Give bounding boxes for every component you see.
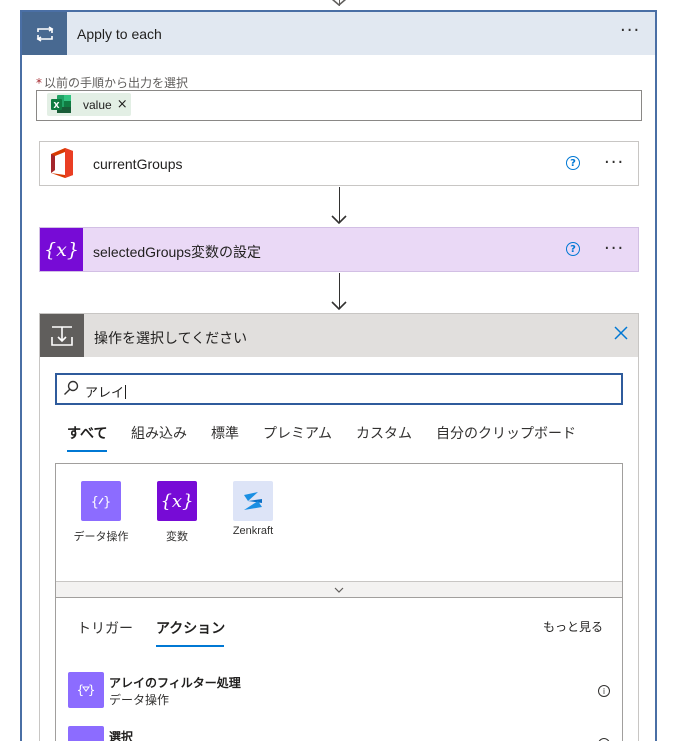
excel-icon: X — [51, 95, 71, 113]
search-input-value: アレイ — [85, 385, 127, 401]
connector-label-data-operation: データ操作 — [73, 530, 129, 543]
see-more-link[interactable]: もっと見る — [543, 618, 603, 635]
apply-to-each-title: Apply to each — [77, 26, 162, 42]
help-icon[interactable]: ? — [566, 156, 580, 170]
insert-step-icon — [51, 325, 73, 346]
close-icon[interactable] — [613, 325, 629, 341]
required-star: * — [36, 76, 42, 90]
connector-label-variable: 変数 — [166, 530, 188, 543]
svg-text:{ }: { } — [91, 495, 112, 510]
current-groups-title: currentGroups — [93, 156, 183, 172]
choose-action-title: 操作を選択してください — [94, 331, 248, 347]
loop-icon — [36, 25, 53, 42]
data-operation-icon[interactable]: { } — [81, 481, 121, 521]
arrowhead-icon — [331, 215, 347, 225]
required-field-text: 以前の手順から出力を選択 — [44, 76, 189, 90]
info-icon[interactable]: i — [598, 685, 610, 697]
office-icon — [51, 148, 73, 178]
loop-icon-box — [22, 12, 67, 55]
filter-array-action-title[interactable]: アレイのフィルター処理 — [109, 674, 241, 691]
svg-text:X: X — [53, 101, 60, 110]
svg-text:{ }: { } — [76, 683, 95, 697]
value-token-label: value — [83, 97, 112, 112]
help-icon[interactable]: ? — [566, 242, 580, 256]
search-input[interactable] — [55, 373, 623, 405]
tab-premium[interactable]: プレミアム — [263, 423, 332, 443]
loop-more-button[interactable]: ··· — [620, 22, 640, 40]
action-results-box — [55, 598, 623, 741]
arrowhead-icon — [331, 301, 347, 311]
chevron-down-icon — [334, 587, 344, 593]
variable-icon[interactable]: {x} — [157, 481, 197, 521]
current-groups-more-button[interactable]: ··· — [604, 154, 624, 172]
connector-label-zenkraft: Zenkraft — [232, 525, 274, 537]
active-tab-indicator — [67, 450, 107, 452]
set-variable-more-button[interactable]: ··· — [604, 240, 624, 258]
remove-token-button[interactable]: × — [117, 97, 128, 112]
insert-step-icon-box — [40, 314, 84, 357]
text-caret — [125, 385, 127, 399]
collapse-connectors-button[interactable] — [56, 581, 622, 597]
variable-icon: {x} — [40, 228, 83, 271]
zenkraft-glyph — [244, 492, 262, 510]
filter-array-glyph: { } — [76, 683, 95, 697]
tab-built-in[interactable]: 組み込み — [131, 423, 187, 443]
subtab-triggers[interactable]: トリガー — [77, 618, 133, 638]
data-operation-icon — [68, 726, 104, 741]
tab-standard[interactable]: 標準 — [211, 423, 239, 443]
data-operation-icon: { } — [68, 672, 104, 708]
tab-custom[interactable]: カスタム — [356, 423, 412, 443]
zenkraft-icon[interactable] — [233, 481, 273, 521]
set-variable-title: selectedGroups変数の設定 — [93, 244, 262, 260]
active-subtab-indicator — [156, 645, 224, 647]
tab-all[interactable]: すべて — [67, 423, 107, 443]
data-operation-glyph: { } — [91, 495, 112, 510]
top-arrowhead-icon — [331, 0, 347, 7]
required-field-label: * 以前の手順から出力を選択 — [36, 74, 188, 91]
select-action-title[interactable]: 選択 — [109, 728, 133, 741]
filter-array-action-connector: データ操作 — [109, 693, 170, 707]
search-icon — [64, 380, 79, 395]
tab-my-clipboard[interactable]: 自分のクリップボード — [436, 423, 576, 443]
subtab-actions[interactable]: アクション — [156, 618, 225, 638]
